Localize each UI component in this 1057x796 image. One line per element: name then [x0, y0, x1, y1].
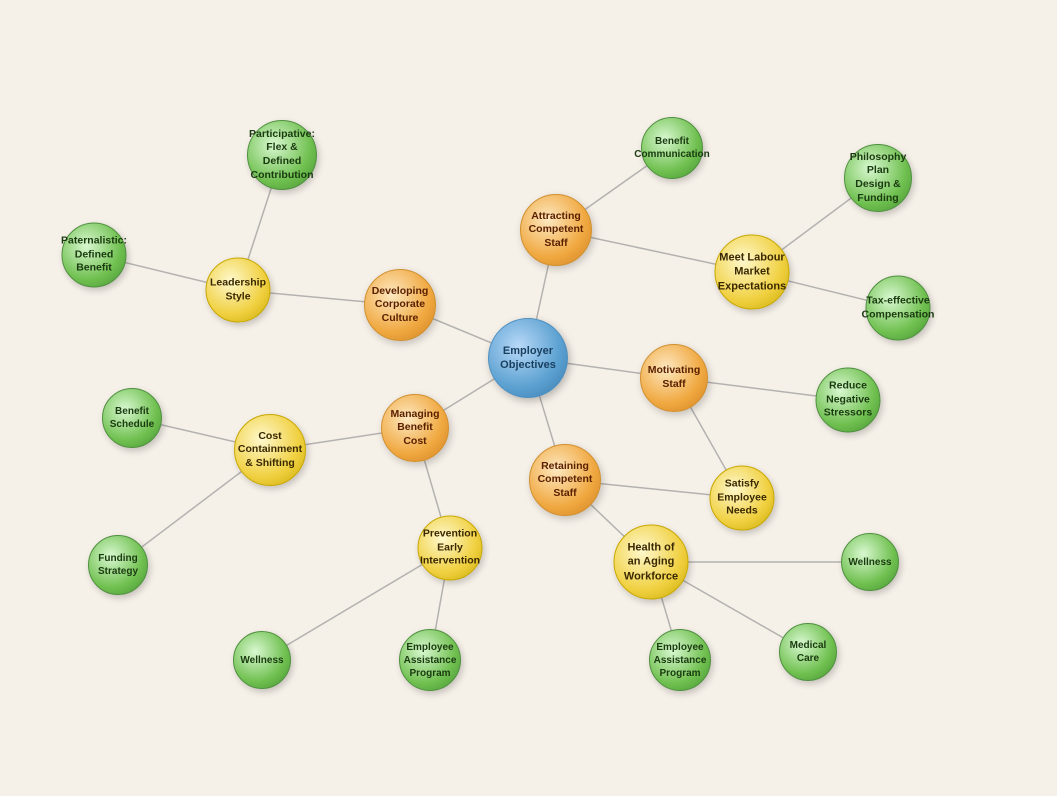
node-label-prevention-early: Prevention Early Intervention [420, 528, 480, 569]
node-label-tax-effective: Tax-effective Compensation [862, 294, 935, 321]
node-developing-culture[interactable]: Developing Corporate Culture [364, 269, 436, 341]
node-label-wellness-right: Wellness [848, 556, 891, 569]
node-attracting-staff[interactable]: Attracting Competent Staff [520, 194, 592, 266]
mind-map-container: Employer Objectives Attracting Competent … [0, 0, 1057, 796]
node-prevention-early[interactable]: Prevention Early Intervention [418, 516, 483, 581]
node-label-meet-labour: Meet Labour Market Expectations [718, 251, 786, 294]
node-label-employer-objectives: Employer Objectives [497, 344, 559, 373]
node-label-motivating-staff: Motivating Staff [648, 364, 701, 391]
node-eap-bottom-left[interactable]: Employee Assistance Program [399, 629, 461, 691]
node-motivating-staff[interactable]: Motivating Staff [640, 344, 708, 412]
node-label-attracting-staff: Attracting Competent Staff [529, 210, 584, 251]
node-label-benefit-communication: Benefit Communication [634, 135, 710, 161]
node-wellness-left[interactable]: Wellness [233, 631, 291, 689]
node-label-retaining-staff: Retaining Competent Staff [538, 460, 593, 501]
node-label-philosophy-plan: Philosophy Plan Design & Funding [850, 151, 907, 206]
node-wellness-right[interactable]: Wellness [841, 533, 899, 591]
node-cost-containment[interactable]: Cost Containment & Shifting [234, 414, 306, 486]
node-label-managing-cost: Managing Benefit Cost [390, 408, 440, 449]
node-reduce-stressors[interactable]: Reduce Negative Stressors [816, 368, 881, 433]
node-label-eap-bottom-right: Employee Assistance Program [654, 641, 707, 680]
node-label-paternalistic: Paternalistic: Defined Benefit [61, 235, 127, 276]
node-label-medical-care: Medical Care [788, 639, 828, 665]
node-label-satisfy-employee: Satisfy Employee Needs [717, 478, 767, 519]
node-managing-cost[interactable]: Managing Benefit Cost [381, 394, 449, 462]
node-paternalistic[interactable]: Paternalistic: Defined Benefit [62, 223, 127, 288]
node-leadership-style[interactable]: Leadership Style [206, 258, 271, 323]
node-label-eap-bottom-left: Employee Assistance Program [404, 641, 457, 680]
node-medical-care[interactable]: Medical Care [779, 623, 837, 681]
node-benefit-communication[interactable]: Benefit Communication [641, 117, 703, 179]
node-tax-effective[interactable]: Tax-effective Compensation [866, 276, 931, 341]
node-label-health-aging: Health of an Aging Workforce [623, 541, 680, 584]
node-employer-objectives[interactable]: Employer Objectives [488, 318, 568, 398]
node-retaining-staff[interactable]: Retaining Competent Staff [529, 444, 601, 516]
node-satisfy-employee[interactable]: Satisfy Employee Needs [710, 466, 775, 531]
node-label-funding-strategy: Funding Strategy [97, 552, 139, 578]
node-label-benefit-schedule: Benefit Schedule [110, 405, 154, 431]
node-participative[interactable]: Participative: Flex & Defined Contributi… [247, 120, 317, 190]
node-funding-strategy[interactable]: Funding Strategy [88, 535, 148, 595]
node-label-cost-containment: Cost Containment & Shifting [238, 430, 302, 471]
node-health-aging[interactable]: Health of an Aging Workforce [614, 525, 689, 600]
node-label-wellness-left: Wellness [240, 654, 283, 667]
node-benefit-schedule[interactable]: Benefit Schedule [102, 388, 162, 448]
node-label-reduce-stressors: Reduce Negative Stressors [824, 380, 872, 421]
node-label-developing-culture: Developing Corporate Culture [372, 285, 429, 326]
node-philosophy-plan[interactable]: Philosophy Plan Design & Funding [844, 144, 912, 212]
node-meet-labour[interactable]: Meet Labour Market Expectations [715, 235, 790, 310]
node-label-leadership-style: Leadership Style [210, 276, 266, 303]
node-label-participative: Participative: Flex & Defined Contributi… [249, 128, 315, 183]
connector-lines [0, 0, 1057, 796]
node-eap-bottom-right[interactable]: Employee Assistance Program [649, 629, 711, 691]
